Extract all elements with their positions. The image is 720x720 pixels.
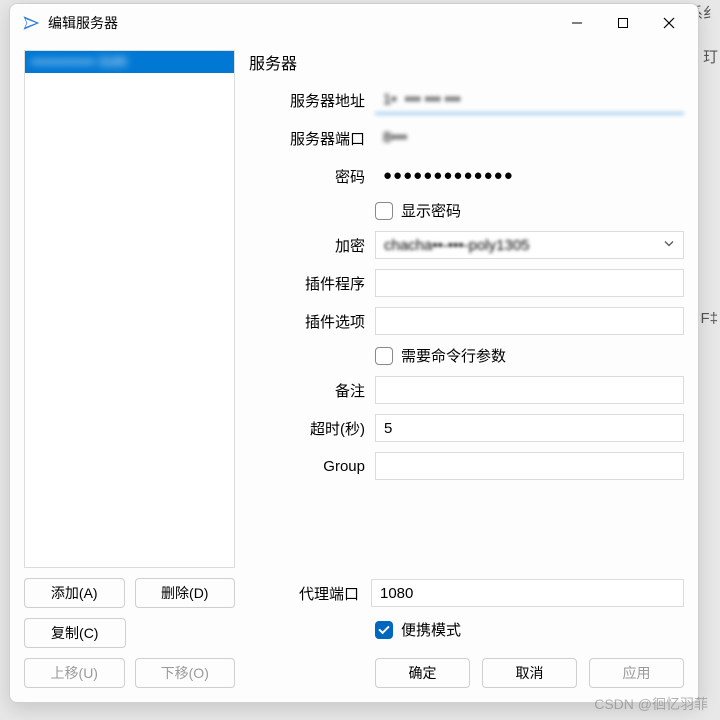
show-password-checkbox[interactable] <box>375 202 393 220</box>
plugin-label: 插件程序 <box>255 273 365 294</box>
content: •••••••••••••• 3185 添加(A) 删除(D) 复制(C) 上移… <box>10 42 698 702</box>
port-label: 服务器端口 <box>255 128 365 149</box>
move-up-button[interactable]: 上移(U) <box>24 658 125 688</box>
server-form: 服务器地址 服务器端口 密码 显示密码 <box>249 86 684 480</box>
group-title: 服务器 <box>249 50 684 74</box>
proxy-port-row: 代理端口 <box>249 579 684 607</box>
server-list-item-label: •••••••••••••• 3185 <box>31 54 127 69</box>
add-button[interactable]: 添加(A) <box>24 578 125 608</box>
close-button[interactable] <box>646 7 692 39</box>
proxy-port-label: 代理端口 <box>249 583 359 604</box>
remarks-input[interactable] <box>375 376 684 404</box>
encryption-select[interactable]: chacha••-•••-poly1305 <box>375 231 684 259</box>
group-label: Group <box>255 458 365 475</box>
watermark: CSDN @徊忆羽菲 <box>594 694 708 714</box>
portable-label: 便携模式 <box>401 619 461 640</box>
address-label: 服务器地址 <box>255 90 365 111</box>
ok-button[interactable]: 确定 <box>375 658 470 688</box>
delete-button[interactable]: 删除(D) <box>135 578 236 608</box>
password-input[interactable] <box>375 162 684 190</box>
password-label: 密码 <box>255 166 365 187</box>
timeout-input[interactable] <box>375 414 684 442</box>
plugin-opts-label: 插件选项 <box>255 311 365 332</box>
left-pane: •••••••••••••• 3185 添加(A) 删除(D) 复制(C) 上移… <box>24 50 235 688</box>
chevron-down-icon <box>663 237 675 254</box>
plugin-opts-input[interactable] <box>375 307 684 335</box>
proxy-port-input[interactable] <box>371 579 684 607</box>
bg-text: 玎 <box>703 46 718 67</box>
server-list-item[interactable]: •••••••••••••• 3185 <box>25 51 234 73</box>
remarks-label: 备注 <box>255 380 365 401</box>
server-list[interactable]: •••••••••••••• 3185 <box>24 50 235 568</box>
group-input[interactable] <box>375 452 684 480</box>
portable-checkbox[interactable] <box>375 621 393 639</box>
right-pane: 服务器 服务器地址 服务器端口 密码 <box>249 50 684 688</box>
edit-server-window: 编辑服务器 •••••••••••••• 3185 添加(A) 删除(D) 复制… <box>9 3 699 703</box>
copy-button[interactable]: 复制(C) <box>24 618 126 648</box>
timeout-label: 超时(秒) <box>255 418 365 439</box>
need-args-checkbox[interactable] <box>375 347 393 365</box>
need-args-label: 需要命令行参数 <box>401 345 506 366</box>
show-password-label: 显示密码 <box>401 200 461 221</box>
bg-text: F‡ <box>700 310 718 327</box>
titlebar: 编辑服务器 <box>10 4 698 42</box>
app-icon <box>22 14 40 32</box>
minimize-button[interactable] <box>554 7 600 39</box>
maximize-button[interactable] <box>600 7 646 39</box>
cancel-button[interactable]: 取消 <box>482 658 577 688</box>
plugin-input[interactable] <box>375 269 684 297</box>
encryption-label: 加密 <box>255 235 365 256</box>
encryption-value: chacha••-•••-poly1305 <box>384 237 530 254</box>
move-down-button[interactable]: 下移(O) <box>135 658 236 688</box>
window-title: 编辑服务器 <box>48 13 118 33</box>
port-input[interactable] <box>375 124 684 152</box>
address-input[interactable] <box>375 86 684 114</box>
apply-button[interactable]: 应用 <box>589 658 684 688</box>
